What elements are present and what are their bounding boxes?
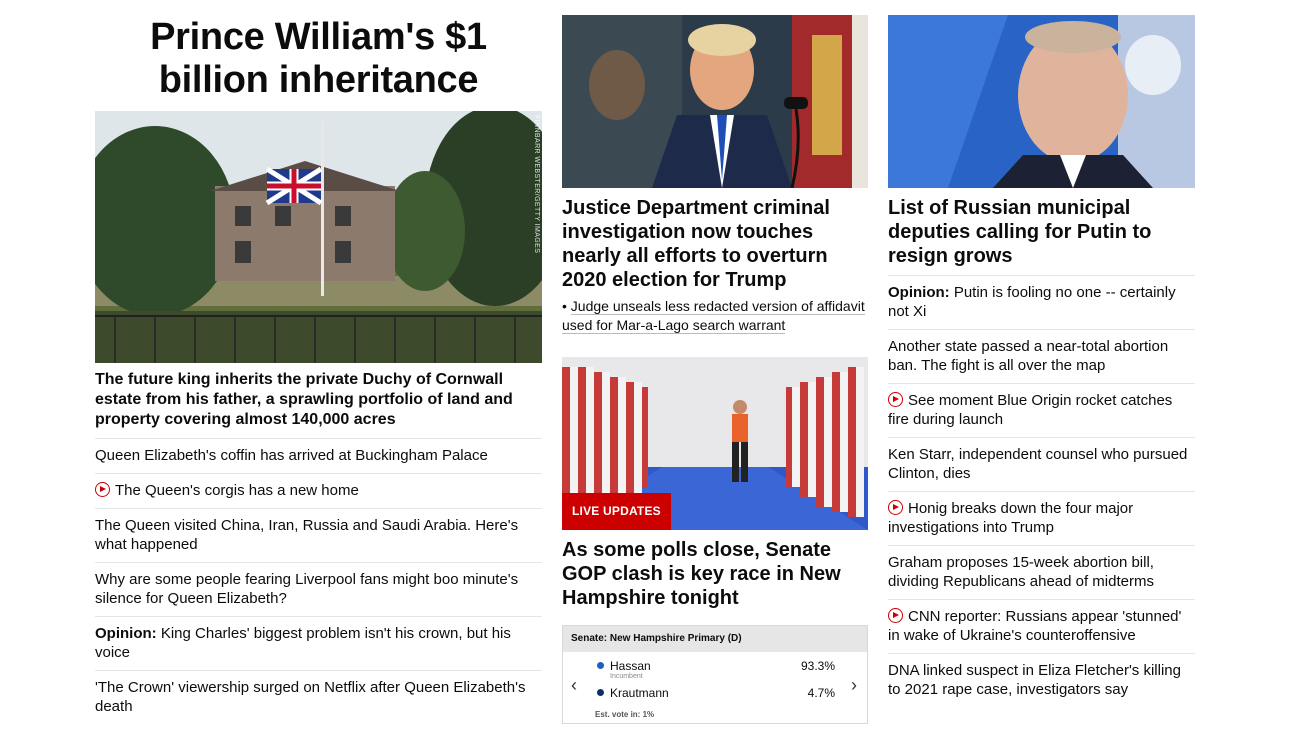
- third-column: List of Russian municipal deputies calli…: [888, 15, 1195, 707]
- candidate-row: Krautmann 4.7%: [597, 686, 835, 700]
- election-results-widget[interactable]: Senate: New Hampshire Primary (D) ‹ › Ha…: [562, 625, 868, 724]
- list-item-text: Another state passed a near-total aborti…: [888, 338, 1169, 374]
- candidate-row: Hassan 93.3% Incumbent: [597, 659, 835, 680]
- main-headline[interactable]: Prince William's $1 billion inheritance: [95, 16, 542, 111]
- candidate-color-dot: [597, 689, 604, 696]
- list-item[interactable]: CNN reporter: Russians appear 'stunned' …: [888, 600, 1195, 654]
- photo-credit: FINNBARR WEBSTER/GETTY IMAGES: [533, 115, 540, 254]
- list-item-text: See moment Blue Origin rocket catches fi…: [888, 392, 1173, 428]
- lead-summary[interactable]: The future king inherits the private Duc…: [95, 370, 542, 439]
- list-item-text: Ken Starr, independent counsel who pursu…: [888, 446, 1188, 482]
- list-item-text: Why are some people fearing Liverpool fa…: [95, 571, 519, 607]
- main-story-column: Prince William's $1 billion inheritance: [95, 0, 542, 724]
- list-item[interactable]: The Queen visited China, Iran, Russia an…: [95, 509, 542, 563]
- opinion-label: Opinion:: [888, 284, 950, 301]
- putin-headline[interactable]: List of Russian municipal deputies calli…: [888, 196, 1195, 276]
- list-item[interactable]: 'The Crown' viewership surged on Netflix…: [95, 671, 542, 724]
- widget-title: Senate: New Hampshire Primary (D): [563, 626, 867, 652]
- list-item-text: The Queen visited China, Iran, Russia an…: [95, 517, 519, 553]
- list-item-text: Queen Elizabeth's coffin has arrived at …: [95, 447, 488, 464]
- polling-photo[interactable]: LIVE UPDATES: [562, 357, 868, 530]
- list-item-text: DNA linked suspect in Eliza Fletcher's k…: [888, 662, 1181, 698]
- list-item[interactable]: Honig breaks down the four major investi…: [888, 492, 1195, 546]
- estate-photo[interactable]: FINNBARR WEBSTER/GETTY IMAGES: [95, 111, 542, 363]
- list-item-text: 'The Crown' viewership surged on Netflix…: [95, 679, 526, 715]
- list-item[interactable]: Opinion: Putin is fooling no one -- cert…: [888, 276, 1195, 330]
- list-item[interactable]: Opinion: King Charles' biggest problem i…: [95, 617, 542, 671]
- list-item[interactable]: Ken Starr, independent counsel who pursu…: [888, 438, 1195, 492]
- trump-photo[interactable]: [562, 15, 868, 188]
- list-item[interactable]: Why are some people fearing Liverpool fa…: [95, 563, 542, 617]
- play-circle-icon: [95, 482, 110, 497]
- list-item-text: King Charles' biggest problem isn't his …: [95, 625, 511, 661]
- affidavit-link-text: Judge unseals less redacted version of a…: [562, 298, 865, 334]
- candidate-percent: 4.7%: [807, 686, 835, 700]
- play-circle-icon: [888, 608, 903, 623]
- incumbent-label: Incumbent: [610, 673, 643, 680]
- list-item[interactable]: Graham proposes 15-week abortion bill, d…: [888, 546, 1195, 600]
- next-arrow-icon[interactable]: ›: [851, 676, 857, 694]
- list-item[interactable]: Queen Elizabeth's coffin has arrived at …: [95, 439, 542, 474]
- live-updates-badge[interactable]: LIVE UPDATES: [562, 493, 671, 530]
- list-item[interactable]: DNA linked suspect in Eliza Fletcher's k…: [888, 654, 1195, 707]
- prev-arrow-icon[interactable]: ‹: [571, 676, 577, 694]
- candidate-color-dot: [597, 662, 604, 669]
- list-item[interactable]: The Queen's corgis has a new home: [95, 474, 542, 509]
- putin-photo[interactable]: [888, 15, 1195, 188]
- list-item-text: CNN reporter: Russians appear 'stunned' …: [888, 608, 1182, 644]
- play-circle-icon: [888, 500, 903, 515]
- list-item-text: Graham proposes 15-week abortion bill, d…: [888, 554, 1154, 590]
- opinion-label: Opinion:: [95, 625, 157, 642]
- candidate-name: Hassan: [610, 659, 651, 673]
- est-vote-label: Est. vote in: 1%: [595, 710, 655, 719]
- list-item-text: The Queen's corgis has a new home: [115, 482, 359, 499]
- affidavit-link[interactable]: • Judge unseals less redacted version of…: [562, 297, 868, 335]
- related-list: Queen Elizabeth's coffin has arrived at …: [95, 439, 542, 724]
- second-column: Justice Department criminal investigatio…: [562, 15, 868, 724]
- list-item[interactable]: Another state passed a near-total aborti…: [888, 330, 1195, 384]
- list-item[interactable]: See moment Blue Origin rocket catches fi…: [888, 384, 1195, 438]
- nh-primary-headline[interactable]: As some polls close, Senate GOP clash is…: [562, 538, 868, 610]
- candidate-percent: 93.3%: [800, 659, 835, 673]
- candidate-name: Krautmann: [610, 686, 669, 700]
- more-news-list: Opinion: Putin is fooling no one -- cert…: [888, 276, 1195, 707]
- list-item-text: Honig breaks down the four major investi…: [888, 500, 1134, 536]
- play-circle-icon: [888, 392, 903, 407]
- doj-headline[interactable]: Justice Department criminal investigatio…: [562, 196, 868, 292]
